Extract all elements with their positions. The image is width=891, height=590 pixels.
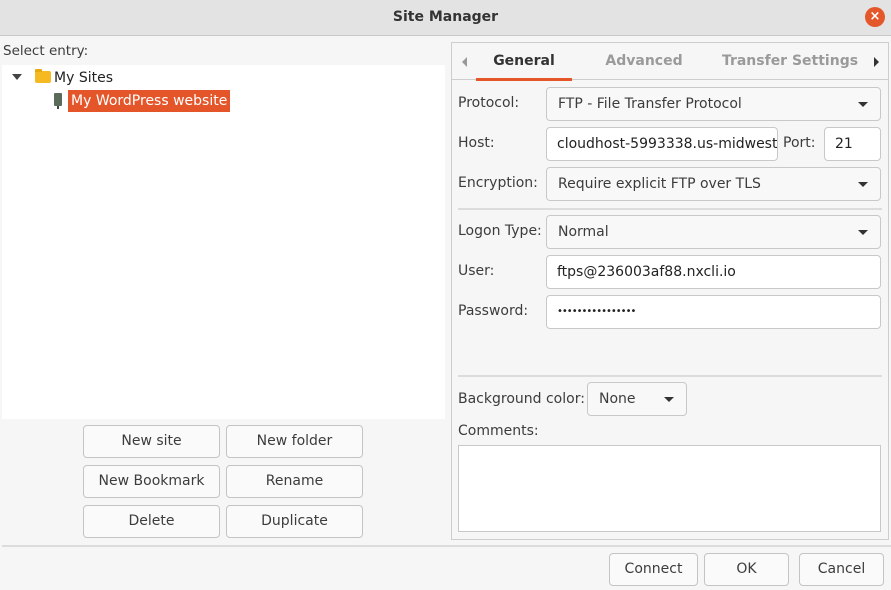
chevron-down-icon — [858, 230, 868, 235]
scroll-tabs-right-icon[interactable] — [874, 57, 879, 67]
background-color-select[interactable]: None — [587, 382, 687, 416]
tree-item-selected-site[interactable]: My WordPress website — [68, 90, 231, 112]
chevron-down-icon — [664, 397, 674, 402]
comments-label: Comments: — [458, 423, 539, 439]
server-icon — [54, 93, 62, 109]
background-color-value: None — [599, 391, 636, 407]
expand-arrow-icon[interactable] — [12, 74, 22, 80]
comments-textarea[interactable] — [458, 445, 881, 532]
protocol-value: FTP - File Transfer Protocol — [558, 96, 742, 112]
background-color-label: Background color: — [458, 391, 585, 407]
tab-bar: General Advanced Transfer Settings — [452, 43, 888, 81]
user-input[interactable]: ftps@236003af88.nxcli.io — [546, 255, 881, 289]
port-label: Port: — [783, 135, 816, 151]
new-folder-button[interactable]: New folder — [226, 425, 363, 458]
password-label: Password: — [458, 303, 529, 319]
encryption-select[interactable]: Require explicit FTP over TLS — [546, 167, 881, 201]
host-label: Host: — [458, 135, 495, 151]
delete-button[interactable]: Delete — [83, 505, 220, 538]
logon-type-select[interactable]: Normal — [546, 215, 881, 249]
separator — [458, 208, 882, 210]
new-site-button[interactable]: New site — [83, 425, 220, 458]
rename-button[interactable]: Rename — [226, 465, 363, 498]
settings-notebook: General Advanced Transfer Settings Proto… — [451, 42, 889, 540]
host-input[interactable]: cloudhost-5993338.us-midwest-2 — [546, 127, 778, 161]
separator — [458, 375, 882, 377]
scroll-tabs-left-icon[interactable] — [462, 57, 467, 67]
duplicate-button[interactable]: Duplicate — [226, 505, 363, 538]
user-label: User: — [458, 263, 495, 279]
port-input[interactable]: 21 — [824, 127, 881, 161]
new-bookmark-button[interactable]: New Bookmark — [83, 465, 220, 498]
tab-transfer-settings[interactable]: Transfer Settings — [720, 43, 860, 80]
chevron-down-icon — [858, 102, 868, 107]
close-icon[interactable]: × — [865, 7, 885, 27]
connect-button[interactable]: Connect — [609, 553, 698, 586]
password-input[interactable]: •••••••••••••••• — [546, 295, 881, 329]
title-bar: Site Manager × — [0, 0, 891, 36]
window-title: Site Manager — [392, 9, 499, 25]
folder-icon — [35, 69, 51, 83]
chevron-down-icon — [858, 182, 868, 187]
tab-general[interactable]: General — [476, 43, 572, 81]
site-tree[interactable]: My Sites My WordPress website — [2, 65, 445, 419]
protocol-label: Protocol: — [458, 95, 520, 111]
select-entry-label: Select entry: — [3, 43, 89, 59]
tree-item-my-sites[interactable]: My Sites — [54, 67, 113, 89]
logon-type-value: Normal — [558, 224, 609, 240]
footer-separator — [2, 545, 891, 547]
cancel-button[interactable]: Cancel — [799, 553, 884, 586]
ok-button[interactable]: OK — [704, 553, 789, 586]
encryption-label: Encryption: — [458, 175, 538, 191]
protocol-select[interactable]: FTP - File Transfer Protocol — [546, 87, 881, 121]
logon-type-label: Logon Type: — [458, 223, 542, 239]
tab-advanced[interactable]: Advanced — [594, 43, 694, 80]
encryption-value: Require explicit FTP over TLS — [558, 176, 761, 192]
